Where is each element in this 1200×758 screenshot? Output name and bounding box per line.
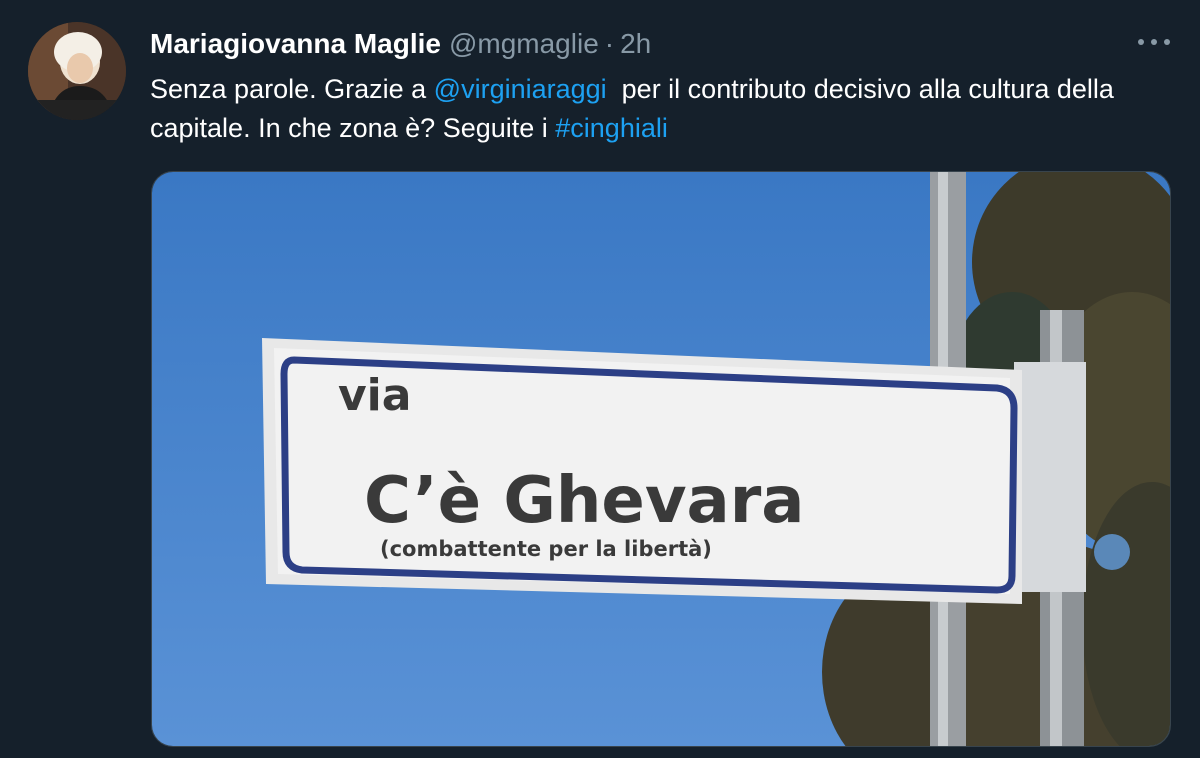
- more-dot: [1151, 39, 1157, 45]
- author-name[interactable]: Mariagiovanna Maglie: [150, 28, 441, 60]
- tweet-text: Senza parole. Grazie a @virginiaraggi pe…: [150, 70, 1170, 148]
- tweet[interactable]: Mariagiovanna Maglie @mgmaglie · 2h Senz…: [0, 0, 1200, 758]
- more-dot: [1164, 39, 1170, 45]
- sign-name: C’è Ghevara: [364, 464, 804, 538]
- sign-subtitle: (combattente per la libertà): [380, 537, 712, 561]
- tweet-text-part1: Senza parole. Grazie a: [150, 74, 434, 104]
- sign-prefix: via: [338, 370, 411, 421]
- mention-link[interactable]: @virginiaraggi: [434, 74, 607, 104]
- sign-bracket: [1014, 362, 1086, 592]
- street-sign: via C’è Ghevara (combattente per la libe…: [262, 338, 1022, 604]
- tweet-photo[interactable]: via C’è Ghevara (combattente per la libe…: [151, 171, 1171, 747]
- separator-dot: ·: [604, 28, 615, 59]
- avatar[interactable]: [28, 22, 126, 120]
- more-options-icon[interactable]: [1138, 34, 1170, 50]
- hashtag-link[interactable]: #cinghiali: [555, 113, 668, 143]
- more-dot: [1138, 39, 1144, 45]
- timestamp[interactable]: 2h: [620, 28, 651, 60]
- tweet-header: Mariagiovanna Maglie @mgmaglie · 2h: [150, 24, 651, 64]
- author-handle[interactable]: @mgmaglie: [449, 28, 599, 60]
- avatar-image: [28, 22, 126, 120]
- street-sign-photo: via C’è Ghevara (combattente per la libe…: [152, 172, 1170, 746]
